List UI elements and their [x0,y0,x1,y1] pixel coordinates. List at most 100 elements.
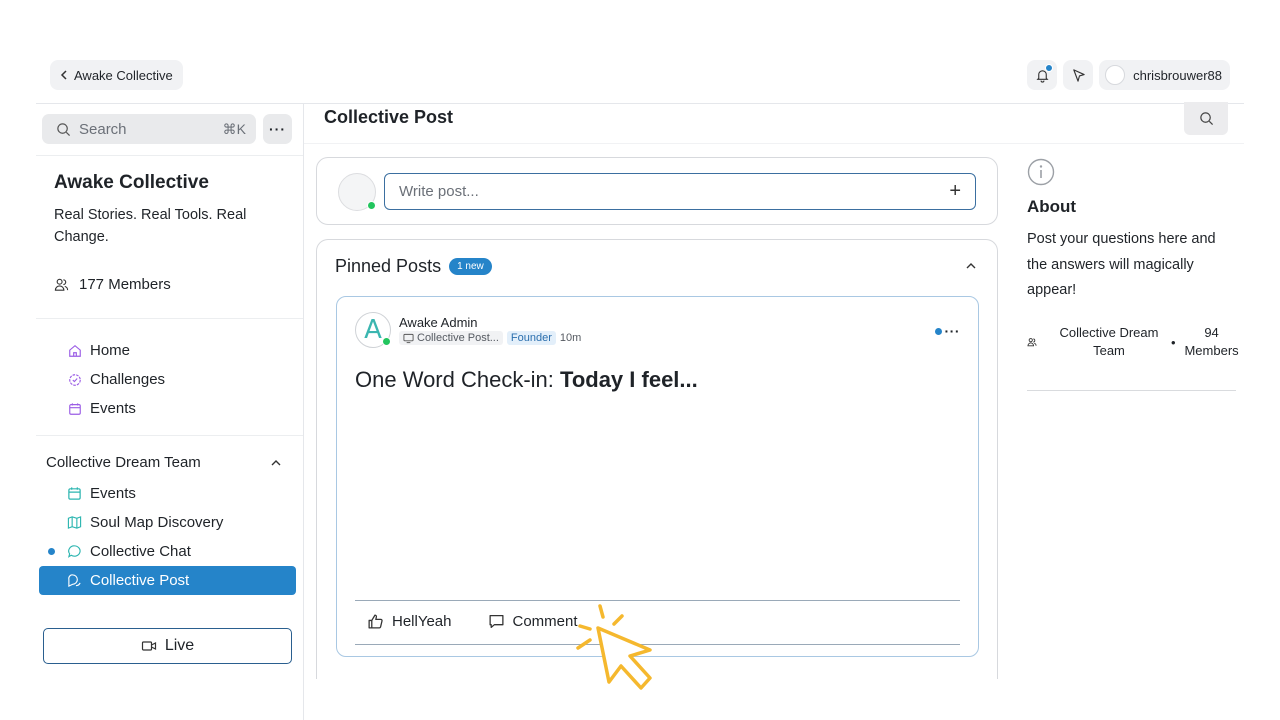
members-count[interactable]: 177 Members [54,276,171,293]
post-meta: Collective Post... Founder 10m [399,331,581,345]
role-badge: Founder [506,331,556,345]
post-icon [68,574,81,588]
hellyeah-button[interactable]: HellYeah [367,613,452,630]
sidebar-item-label: Collective Chat [90,543,191,560]
avatar [1105,65,1126,85]
unread-dot [934,327,942,335]
top-right-controls: chrisbrouwer88 [1027,60,1230,90]
avatar[interactable]: A [355,312,391,348]
users-icon [1027,338,1037,347]
community-name: Awake Collective [54,172,209,193]
nav-item-label: Home [90,342,131,359]
post-title-prefix: One Word Check-in: [355,367,561,392]
main-nav: Home Challenges Events [68,336,165,423]
chat-icon [67,545,81,558]
click-cursor-icon [576,604,652,690]
info-icon [1027,158,1055,186]
online-indicator [382,337,391,346]
live-label: Live [164,637,195,654]
channel-name: Collective Post... [417,332,499,344]
channel-chip[interactable]: Collective Post... [399,331,503,345]
members-label: 177 Members [79,276,171,293]
sidebar: Search ⌘K ··· Awake Collective Real Stor… [36,104,304,720]
group-name: Collective Dream Team [1059,325,1159,358]
video-icon [141,641,156,651]
pinned-posts-header: Pinned Posts 1 new [335,256,492,277]
divider [36,435,303,436]
plus-icon[interactable]: + [949,180,961,203]
compose-placeholder: Write post... [399,183,479,200]
nav-item-challenges[interactable]: Challenges [68,365,165,394]
sidebar-item-collective-chat[interactable]: Collective Chat [39,537,296,566]
notifications-button[interactable] [1027,60,1058,90]
section-title: Collective Dream Team [46,454,201,471]
notification-dot [1045,64,1054,72]
badge-check-icon [69,373,81,386]
home-icon [69,344,81,357]
user-menu-button[interactable]: chrisbrouwer88 [1099,60,1230,90]
divider [36,155,303,156]
search-icon [57,122,71,136]
search-placeholder: Search [79,120,127,138]
page-title: Collective Post [324,107,454,127]
post-title[interactable]: One Word Check-in: Today I feel... [355,367,698,393]
comment-label: Comment [512,613,578,630]
sidebar-item-soul-map-discovery[interactable]: Soul Map Discovery [39,508,296,537]
nav-item-home[interactable]: Home [68,336,165,365]
users-icon [54,278,69,291]
author-name[interactable]: Awake Admin [399,315,478,330]
sidebar-item-label: Soul Map Discovery [90,514,224,531]
post-title-bold: Today I feel... [560,367,698,392]
map-icon [67,516,82,529]
about-text: Post your questions here and the answers… [1027,231,1216,298]
more-icon: ··· [944,323,960,339]
post-options-button[interactable]: ··· [934,323,961,339]
separator: • [1171,334,1176,350]
divider [1027,390,1236,391]
pointer-icon [1072,68,1085,82]
chevron-up-icon[interactable] [965,260,977,272]
new-badge: 1 new [449,258,492,275]
calendar-icon [68,487,81,500]
unread-dot [48,548,55,555]
search-icon [1199,112,1213,126]
chevron-left-icon [60,70,67,80]
chevron-up-icon [271,459,281,465]
comment-icon [488,615,504,628]
compose-card: Write post... + [316,157,998,225]
nav-item-label: Challenges [90,371,166,388]
about-group-info[interactable]: Collective Dream Team • 94 Members [1027,324,1242,360]
post-time: 10m [559,332,582,344]
search-input[interactable]: Search ⌘K [42,114,256,144]
comment-button[interactable]: Comment [488,613,578,630]
search-shortcut: ⌘K [222,120,246,137]
hellyeah-label: HellYeah [392,613,452,630]
back-button-label: Awake Collective [74,67,173,83]
divider [304,143,1244,144]
back-button[interactable]: Awake Collective [50,60,183,90]
top-bar: Awake Collective chrisbrouwer88 [36,56,1244,104]
divider [36,318,303,319]
pinned-title: Pinned Posts [335,256,442,276]
search-button[interactable] [1184,102,1228,135]
write-post-input[interactable]: Write post... + [384,173,976,210]
post-actions: HellYeah Comment [367,613,578,630]
community-tagline: Real Stories. Real Tools. Real Change. [54,207,247,245]
more-button[interactable]: ··· [263,114,292,144]
cursor-button[interactable] [1063,60,1094,90]
live-button[interactable]: Live [43,628,292,664]
sidebar-item-events[interactable]: Events [39,479,296,508]
sidebar-item-label: Collective Post [90,572,190,589]
about-title: About [1027,197,1077,216]
online-indicator [367,201,376,210]
group-member-count: 94 Members [1184,325,1239,358]
section-channel-list: Events Soul Map Discovery Collective Cha… [39,479,296,595]
username: chrisbrouwer88 [1133,67,1222,83]
avatar [338,173,376,211]
calendar-icon [69,402,81,415]
sidebar-item-label: Events [90,485,136,502]
nav-item-events[interactable]: Events [68,394,165,423]
sidebar-item-collective-post[interactable]: Collective Post [39,566,296,595]
section-header-collective-dream-team[interactable]: Collective Dream Team [46,454,282,471]
nav-item-label: Events [90,400,136,417]
